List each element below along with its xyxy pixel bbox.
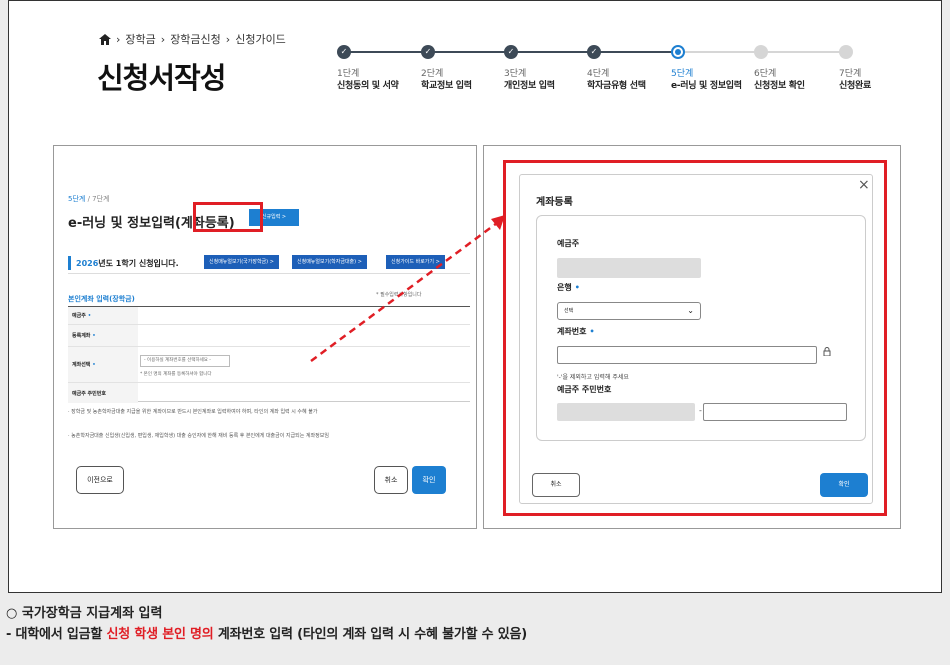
caption-title: ○ 국가장학금 지급계좌 입력 bbox=[6, 606, 163, 621]
guide-frame: › 장학금 › 장학금신청 › 신청가이드 신청서작성 ✓ 1단계 신청동의 및 서… bbox=[8, 0, 942, 593]
caption: ○ 국가장학금 지급계좌 입력 - 대학에서 입금할 신청 학생 본인 명의 계… bbox=[6, 602, 946, 642]
red-arrow-icon bbox=[310, 215, 505, 363]
caption-detail: - 대학에서 입금할 신청 학생 본인 명의 계좌번호 입력 (타인의 계좌 입… bbox=[6, 627, 528, 642]
